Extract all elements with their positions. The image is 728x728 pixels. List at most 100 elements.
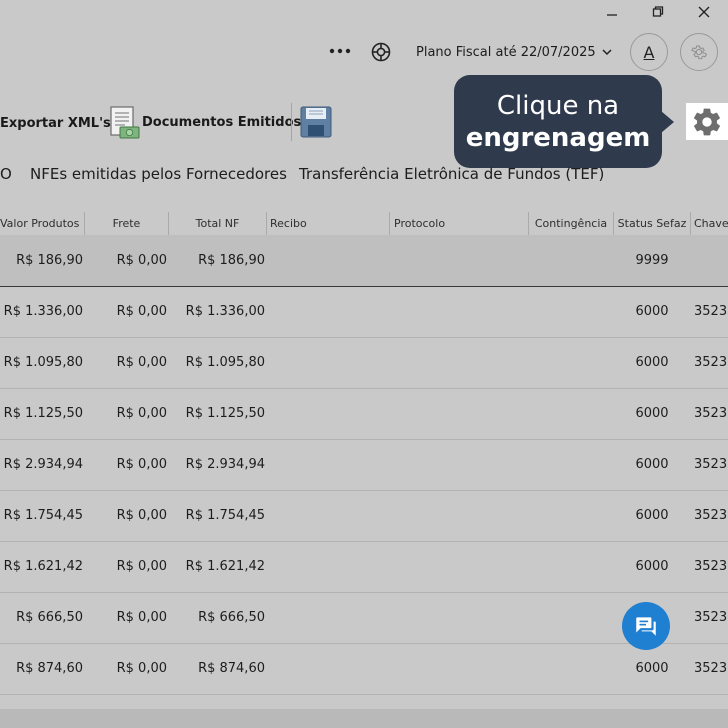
cell-valor-produtos: R$ 1.095,80 xyxy=(3,355,83,370)
cell-valor-produtos: R$ 1.336,00 xyxy=(3,304,83,319)
onboarding-tooltip: Clique na engrenagem xyxy=(454,75,674,168)
close-icon xyxy=(698,6,710,18)
cell-frete: R$ 0,00 xyxy=(116,508,167,523)
cell-total-nf: R$ 666,50 xyxy=(198,610,265,625)
tooltip-arrow xyxy=(661,111,674,133)
table-row[interactable]: R$ 2.934,94 R$ 0,00 R$ 2.934,94 6000 35230 xyxy=(0,439,728,491)
documents-emitted-label: Documentos Emitidos xyxy=(142,114,302,130)
cell-status-sefaz: 9999 xyxy=(635,253,669,268)
cell-status-sefaz: 6000 xyxy=(635,457,669,472)
cell-frete: R$ 0,00 xyxy=(116,406,167,421)
tab-label: NFEs emitidas pelos Fornecedores xyxy=(30,165,287,183)
horizontal-scrollbar[interactable] xyxy=(0,709,728,728)
gear-icon xyxy=(691,45,708,60)
table-row[interactable]: R$ 1.621,42 R$ 0,00 R$ 1.621,42 6000 35230 xyxy=(0,541,728,593)
cell-status-sefaz: 6000 xyxy=(635,304,669,319)
column-header-protocolo[interactable]: Protocolo xyxy=(394,212,527,235)
minimize-button[interactable] xyxy=(592,0,632,24)
column-header-total-nf[interactable]: Total NF xyxy=(169,212,266,235)
cell-total-nf: R$ 1.336,00 xyxy=(185,304,265,319)
column-divider[interactable] xyxy=(690,212,691,235)
cell-total-nf: R$ 2.934,94 xyxy=(185,457,265,472)
cell-total-nf: R$ 186,90 xyxy=(198,253,265,268)
cell-chave: 35230 xyxy=(694,304,728,319)
cell-frete: R$ 0,00 xyxy=(116,304,167,319)
cell-frete: R$ 0,00 xyxy=(116,253,167,268)
cell-chave: 35230 xyxy=(694,610,728,625)
cell-chave: 35230 xyxy=(694,355,728,370)
table-row[interactable]: R$ 1.095,80 R$ 0,00 R$ 1.095,80 6000 35230 xyxy=(0,337,728,389)
cell-frete: R$ 0,00 xyxy=(116,610,167,625)
documents-emitted-button[interactable]: Documentos Emitidos xyxy=(108,104,301,140)
cell-frete: R$ 0,00 xyxy=(116,457,167,472)
column-header-contingencia[interactable]: Contingência xyxy=(529,212,613,235)
cell-status-sefaz: 6000 xyxy=(635,355,669,370)
column-header-valor-produtos[interactable]: Valor Produtos xyxy=(0,212,82,235)
font-size-label: A xyxy=(643,42,655,62)
chevron-down-icon xyxy=(602,49,612,56)
document-money-icon xyxy=(110,106,140,139)
settings-button-header[interactable] xyxy=(680,33,718,71)
cell-valor-produtos: R$ 1.125,50 xyxy=(3,406,83,421)
chat-icon xyxy=(636,617,656,636)
tooltip-line2: engrenagem xyxy=(465,123,651,153)
cell-chave: 35230 xyxy=(694,661,728,676)
cell-chave: 35230 xyxy=(694,559,728,574)
cell-total-nf: R$ 1.754,45 xyxy=(185,508,265,523)
table-row[interactable]: R$ 874,60 R$ 0,00 R$ 874,60 6000 35230 xyxy=(0,643,728,695)
tab-tef[interactable]: Transferência Eletrônica de Fundos (TEF) xyxy=(299,165,604,183)
minimize-icon xyxy=(607,14,617,16)
lifebuoy-icon xyxy=(371,42,391,62)
column-header-chave[interactable]: Chave xyxy=(694,212,728,235)
restore-icon xyxy=(652,6,664,17)
settings-button-highlighted[interactable] xyxy=(686,103,728,140)
cell-status-sefaz: 6000 xyxy=(635,508,669,523)
cell-frete: R$ 0,00 xyxy=(116,355,167,370)
save-button[interactable] xyxy=(300,106,332,138)
more-icon xyxy=(329,48,351,54)
cell-total-nf: R$ 874,60 xyxy=(198,661,265,676)
gear-icon xyxy=(694,108,720,135)
chat-button[interactable] xyxy=(622,602,670,650)
cell-frete: R$ 0,00 xyxy=(116,661,167,676)
more-button[interactable] xyxy=(328,41,352,61)
plan-dropdown[interactable]: Plano Fiscal até 22/07/2025 xyxy=(416,42,614,62)
floppy-disk-icon xyxy=(300,106,332,138)
font-size-button[interactable]: A xyxy=(630,33,668,71)
tab-nfes-fornecedores[interactable]: NFEs emitidas pelos Fornecedores xyxy=(30,165,287,183)
cell-frete: R$ 0,00 xyxy=(116,559,167,574)
cell-status-sefaz: 6000 xyxy=(635,661,669,676)
cell-chave xyxy=(694,235,728,286)
table-row[interactable]: R$ 186,90 R$ 0,00 R$ 186,90 9999 xyxy=(0,235,728,287)
cell-chave: 35230 xyxy=(694,457,728,472)
table-row[interactable]: R$ 1.125,50 R$ 0,00 R$ 1.125,50 6000 35230 xyxy=(0,388,728,440)
tab-label: O xyxy=(0,165,12,183)
tab-label: Transferência Eletrônica de Fundos (TEF) xyxy=(299,165,605,183)
tab-o[interactable]: O xyxy=(0,165,12,183)
table-row[interactable]: R$ 1.336,00 R$ 0,00 R$ 1.336,00 6000 35230 xyxy=(0,286,728,338)
table-row[interactable]: R$ 1.754,45 R$ 0,00 R$ 1.754,45 6000 35230 xyxy=(0,490,728,542)
cell-valor-produtos: R$ 1.754,45 xyxy=(3,508,83,523)
cell-valor-produtos: R$ 1.621,42 xyxy=(3,559,83,574)
toolbar-divider xyxy=(291,103,292,141)
restore-button[interactable] xyxy=(638,0,678,24)
cell-valor-produtos: R$ 2.934,94 xyxy=(3,457,83,472)
cell-total-nf: R$ 1.125,50 xyxy=(185,406,265,421)
export-xml-button[interactable]: Exportar XML's xyxy=(0,113,111,133)
column-header-recibo[interactable]: Recibo xyxy=(270,212,388,235)
table-header: Valor Produtos Frete Total NF Recibo Pro… xyxy=(0,212,728,237)
support-button[interactable] xyxy=(370,41,392,63)
close-button[interactable] xyxy=(684,0,724,24)
column-header-frete[interactable]: Frete xyxy=(85,212,168,235)
cell-valor-produtos: R$ 186,90 xyxy=(16,253,83,268)
column-divider[interactable] xyxy=(389,212,390,235)
tooltip-line1: Clique na xyxy=(496,91,620,121)
cell-valor-produtos: R$ 874,60 xyxy=(16,661,83,676)
cell-valor-produtos: R$ 666,50 xyxy=(16,610,83,625)
table-row[interactable]: R$ 666,50 R$ 0,00 R$ 666,50 35230 xyxy=(0,592,728,644)
cell-chave: 35230 xyxy=(694,406,728,421)
cell-total-nf: R$ 1.095,80 xyxy=(185,355,265,370)
column-header-status-sefaz[interactable]: Status Sefaz xyxy=(614,212,690,235)
cell-status-sefaz: 6000 xyxy=(635,559,669,574)
column-divider[interactable] xyxy=(266,212,267,235)
